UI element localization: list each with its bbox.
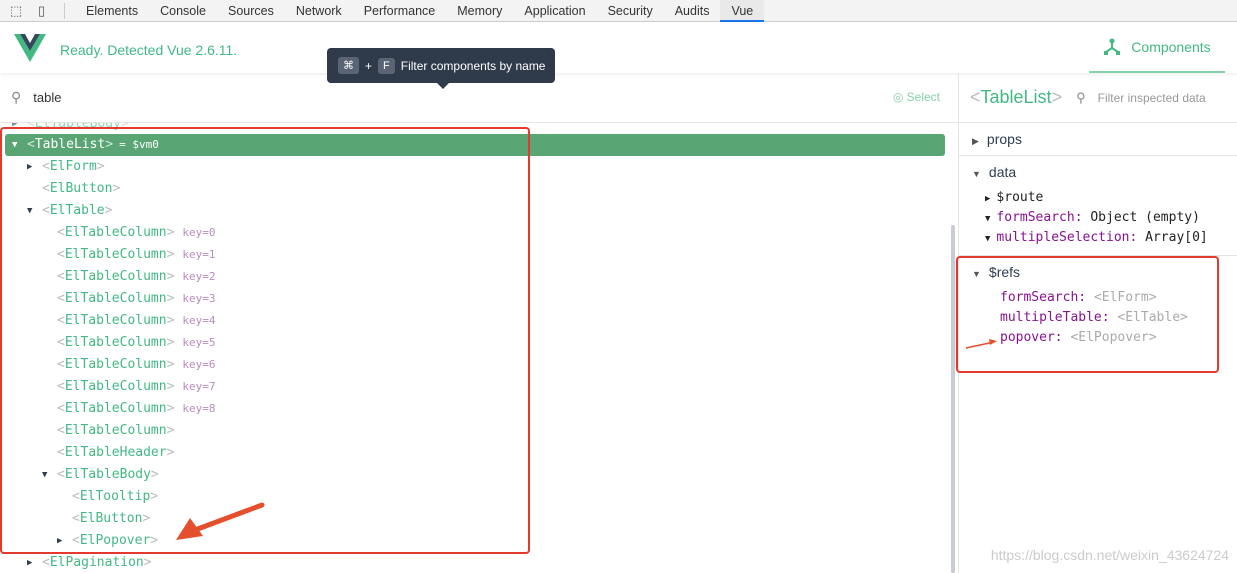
annotation-arrows — [176, 339, 997, 540]
plus: + — [365, 58, 373, 73]
cmd-key: ⌘ — [338, 57, 359, 74]
tooltip-text: Filter components by name — [400, 58, 546, 73]
f-key: F — [378, 57, 395, 74]
filter-tooltip: ⌘ + F Filter components by name — [327, 48, 555, 89]
